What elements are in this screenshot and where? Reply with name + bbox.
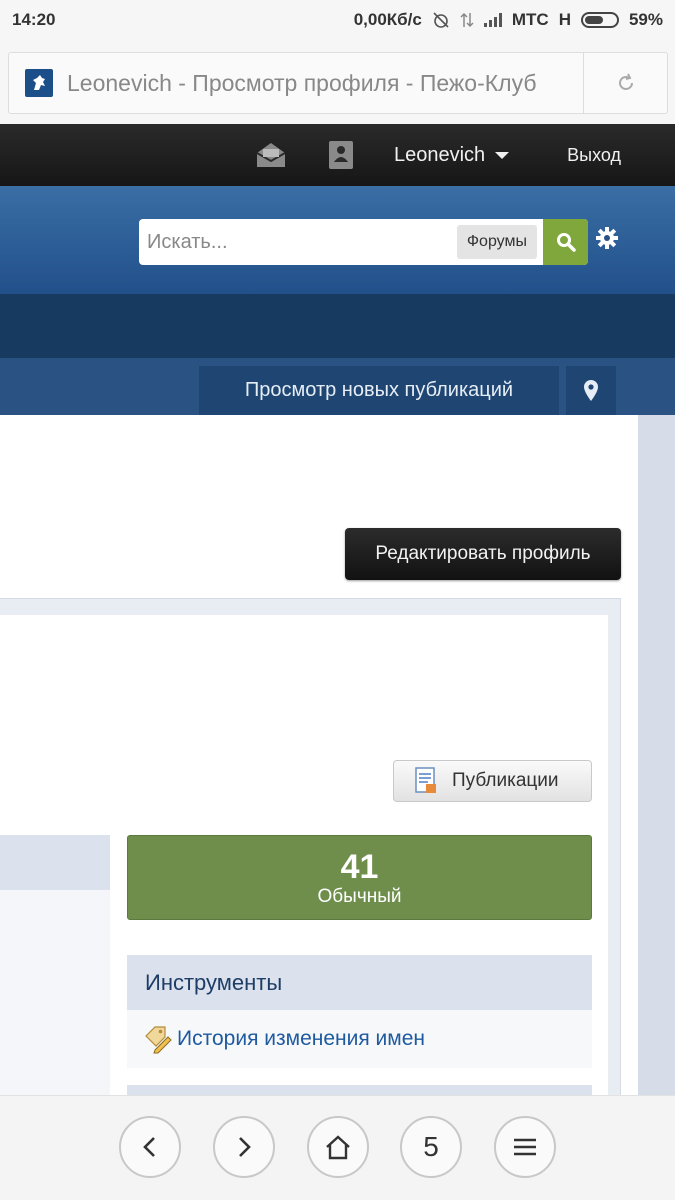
- reputation-value: 41: [340, 848, 379, 886]
- browser-bottom-bar: 5: [0, 1095, 675, 1200]
- reload-icon: [618, 73, 633, 90]
- home-button[interactable]: [307, 1116, 369, 1178]
- user-menu[interactable]: Leonevich: [393, 143, 510, 167]
- network-type: H: [558, 10, 571, 29]
- username: Leonevich: [393, 143, 486, 166]
- network-speed: 0,00Кб/с: [353, 10, 422, 29]
- page-title-url[interactable]: Leonevich - Просмотр профиля - Пежо-Клуб: [67, 70, 573, 97]
- chevron-left-icon: [143, 1137, 155, 1157]
- search-button[interactable]: [543, 219, 588, 265]
- alert-person-icon[interactable]: [324, 138, 358, 172]
- search-scope-badge[interactable]: Форумы: [456, 225, 537, 259]
- tools-item-label: История изменения имен: [177, 1027, 426, 1050]
- battery-percent: 59%: [628, 10, 663, 29]
- status-time: 14:20: [12, 10, 56, 29]
- new-posts-label-box[interactable]: Просмотр новых публикаций: [199, 366, 559, 415]
- gear-icon[interactable]: [594, 226, 620, 252]
- menu-icon: [514, 1138, 536, 1156]
- page-right-gutter: [638, 415, 675, 1095]
- document-icon: [415, 767, 436, 793]
- posts-button-label: Публикации: [452, 770, 559, 791]
- search-bar: Искать... Форумы: [139, 219, 588, 265]
- left-column: [0, 890, 110, 1095]
- battery-icon: [580, 12, 619, 28]
- edit-profile-button[interactable]: Редактировать профиль: [345, 528, 621, 580]
- search-icon: [556, 233, 576, 252]
- reputation-box: 41 Обычный: [127, 835, 592, 920]
- back-button[interactable]: [119, 1116, 181, 1178]
- browser-toolbar: Leonevich - Просмотр профиля - Пежо-Клуб: [0, 40, 675, 124]
- tag-pencil-icon: [145, 1026, 172, 1054]
- new-posts-label: Просмотр новых публикаций: [244, 379, 514, 401]
- reload-button[interactable]: [583, 53, 667, 113]
- tab-count: 5: [423, 1131, 439, 1162]
- address-bar[interactable]: Leonevich - Просмотр профиля - Пежо-Клуб: [8, 52, 668, 114]
- envelope-icon[interactable]: [254, 138, 288, 172]
- home-icon: [326, 1135, 350, 1160]
- tools-heading: Инструменты: [127, 955, 592, 1010]
- search-input[interactable]: Искать...: [139, 231, 457, 254]
- site-header: Искать... Форумы: [0, 186, 675, 294]
- posts-button[interactable]: Публикации: [393, 760, 592, 802]
- carrier: МТС: [511, 10, 549, 29]
- chevron-right-icon: [239, 1137, 251, 1157]
- status-bar: 14:20 0,00Кб/с МТС H 59%: [0, 0, 675, 40]
- chevron-down-icon: [495, 151, 510, 159]
- location-button[interactable]: [566, 366, 616, 415]
- signal-icon: [483, 13, 502, 27]
- left-column-header: [0, 835, 110, 890]
- status-right: 0,00Кб/с МТС H 59%: [354, 10, 663, 30]
- site-top-bar: Leonevich Выход: [0, 124, 675, 186]
- reputation-label: Обычный: [317, 886, 402, 907]
- peugeot-lion-icon: [25, 69, 53, 97]
- tools-item-name-history[interactable]: История изменения имен: [127, 1010, 592, 1068]
- main-nav-bar: [0, 294, 675, 358]
- alarm-off-icon: [432, 11, 450, 29]
- map-pin-icon: [584, 379, 598, 401]
- logout-link[interactable]: Выход: [567, 145, 621, 166]
- tabs-button[interactable]: 5: [400, 1116, 462, 1178]
- data-arrows-icon: [460, 11, 474, 29]
- forward-button[interactable]: [213, 1116, 275, 1178]
- menu-button[interactable]: [494, 1116, 556, 1178]
